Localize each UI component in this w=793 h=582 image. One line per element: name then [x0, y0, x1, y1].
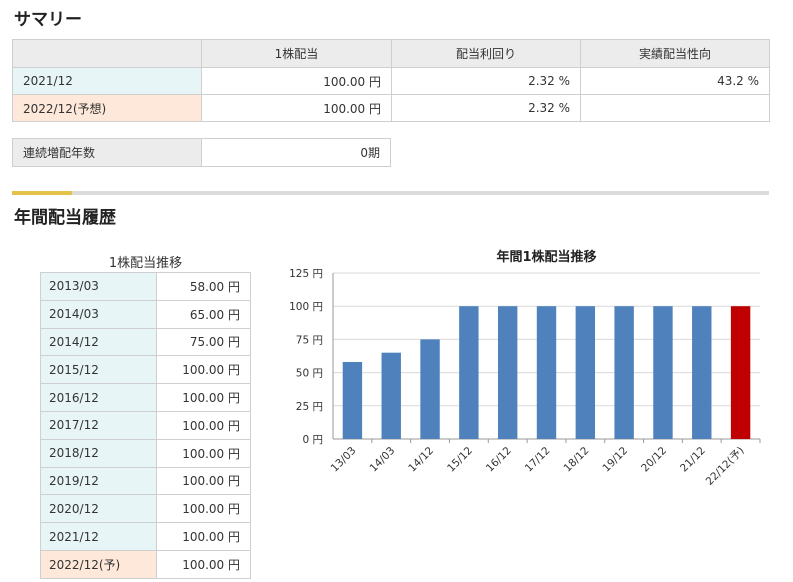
- dividend-chart: 年間1株配当推移 0 円 25 円 50 円 75 円 100 円 125 円 13/03 14…: [275, 240, 775, 500]
- history-row: 2017/12 100.00 円: [40, 410, 251, 440]
- chart-bar: [575, 306, 596, 439]
- history-row-value: 100.00 円: [156, 383, 251, 412]
- history-row: 2022/12(予) 100.00 円: [40, 549, 251, 579]
- y-tick-label: 100 円: [289, 301, 323, 313]
- history-row: 2013/03 58.00 円: [40, 272, 251, 301]
- chart-bar: [536, 306, 557, 439]
- x-tick-label: 17/12: [523, 445, 553, 475]
- history-row: 2021/12 100.00 円: [40, 522, 251, 551]
- history-row-period: 2013/03: [40, 272, 157, 301]
- history-title: 年間配当履歴: [14, 208, 116, 228]
- history-row-period: 2015/12: [40, 355, 157, 385]
- history-row-period: 2014/12: [40, 327, 157, 357]
- x-tick-label: 14/12: [406, 445, 436, 475]
- history-row-period: 2018/12: [40, 438, 157, 468]
- summary-header-yield: 配当利回り: [391, 39, 581, 68]
- streak-label: 連続増配年数: [12, 138, 202, 167]
- y-tick-label: 125 円: [289, 268, 323, 280]
- x-tick-label: 19/12: [600, 445, 630, 475]
- streak-row: 連続増配年数 0期: [12, 138, 391, 167]
- history-table-caption: 1株配当推移: [108, 256, 183, 271]
- chart-bar: [730, 306, 751, 439]
- history-row-value: 100.00 円: [156, 494, 251, 524]
- history-row-period: 2022/12(予): [40, 549, 157, 579]
- history-row-value: 100.00 円: [156, 355, 251, 385]
- x-tick-label: 13/03: [329, 445, 359, 475]
- summary-row-dividend: 100.00 円: [201, 67, 392, 95]
- y-tick-label: 0 円: [302, 434, 323, 446]
- summary-row-label: 2021/12: [12, 67, 202, 95]
- history-row-period: 2017/12: [40, 410, 157, 440]
- history-row-period: 2021/12: [40, 522, 157, 551]
- history-row: 2015/12 100.00 円: [40, 355, 251, 385]
- summary-row-yield: 2.32 %: [391, 94, 581, 122]
- x-tick-label: 20/12: [639, 445, 669, 475]
- dividend-chart-svg: 年間1株配当推移 0 円 25 円 50 円 75 円 100 円 125 円 13/03 14…: [289, 249, 761, 488]
- history-row-value: 65.00 円: [156, 299, 251, 329]
- history-row: 2014/03 65.00 円: [40, 299, 251, 329]
- summary-row-dividend: 100.00 円: [201, 94, 392, 122]
- x-tick-label: 22/12(予): [704, 445, 747, 488]
- history-row-value: 100.00 円: [156, 549, 251, 579]
- summary-row-payout: [580, 94, 770, 122]
- x-tick-label: 21/12: [678, 445, 708, 475]
- history-row: 2018/12 100.00 円: [40, 438, 251, 468]
- streak-value: 0期: [201, 138, 391, 167]
- summary-header-blank: [12, 39, 202, 68]
- history-row-period: 2020/12: [40, 494, 157, 524]
- chart-bar: [692, 306, 712, 439]
- history-row-value: 100.00 円: [156, 438, 251, 468]
- y-tick-label: 75 円: [296, 334, 323, 346]
- history-row: 2016/12 100.00 円: [40, 383, 251, 412]
- chart-bar: [342, 361, 363, 439]
- summary-header-dividend: 1株配当: [201, 39, 392, 68]
- history-row-value: 100.00 円: [156, 466, 251, 496]
- x-tick-label: 14/03: [367, 445, 397, 475]
- y-tick-label: 50 円: [296, 368, 323, 380]
- history-row-period: 2014/03: [40, 299, 157, 329]
- summary-title: サマリー: [14, 10, 82, 30]
- summary-row: 2022/12(予想) 100.00 円 2.32 %: [12, 94, 770, 122]
- chart-bar: [420, 339, 440, 439]
- history-row-value: 100.00 円: [156, 410, 251, 440]
- history-row: 2020/12 100.00 円: [40, 494, 251, 524]
- history-row-value: 58.00 円: [156, 272, 251, 301]
- summary-header-payout: 実績配当性向: [580, 39, 770, 68]
- y-tick-label: 25 円: [296, 401, 323, 413]
- x-tick-label: 15/12: [445, 445, 475, 475]
- summary-row: 2021/12 100.00 円 2.32 % 43.2 %: [12, 67, 770, 95]
- section-divider: [12, 191, 769, 195]
- summary-row-payout: 43.2 %: [580, 67, 770, 95]
- summary-table: 1株配当 配当利回り 実績配当性向 2021/12 100.00 円 2.32 …: [12, 39, 770, 122]
- history-row-period: 2016/12: [40, 383, 157, 412]
- chart-bar: [653, 306, 673, 439]
- chart-bar: [381, 352, 401, 439]
- chart-bar: [459, 306, 479, 439]
- summary-row-label: 2022/12(予想): [12, 94, 202, 122]
- chart-bar: [497, 306, 518, 439]
- summary-row-yield: 2.32 %: [391, 67, 581, 95]
- history-row: 2014/12 75.00 円: [40, 327, 251, 357]
- streak-table: 連続増配年数 0期: [12, 138, 391, 167]
- section-divider-accent: [12, 191, 72, 195]
- history-row-value: 75.00 円: [156, 327, 251, 357]
- x-tick-label: 18/12: [562, 445, 592, 475]
- history-row: 2019/12 100.00 円: [40, 466, 251, 496]
- x-tick-label: 16/12: [484, 445, 514, 475]
- chart-title: 年間1株配当推移: [496, 249, 596, 265]
- history-table: 2013/03 58.00 円 2014/03 65.00 円 2014/12 75.00…: [40, 272, 251, 579]
- history-row-period: 2019/12: [40, 466, 157, 496]
- chart-bar: [614, 306, 634, 439]
- summary-header-row: 1株配当 配当利回り 実績配当性向: [12, 39, 770, 68]
- history-row-value: 100.00 円: [156, 522, 251, 551]
